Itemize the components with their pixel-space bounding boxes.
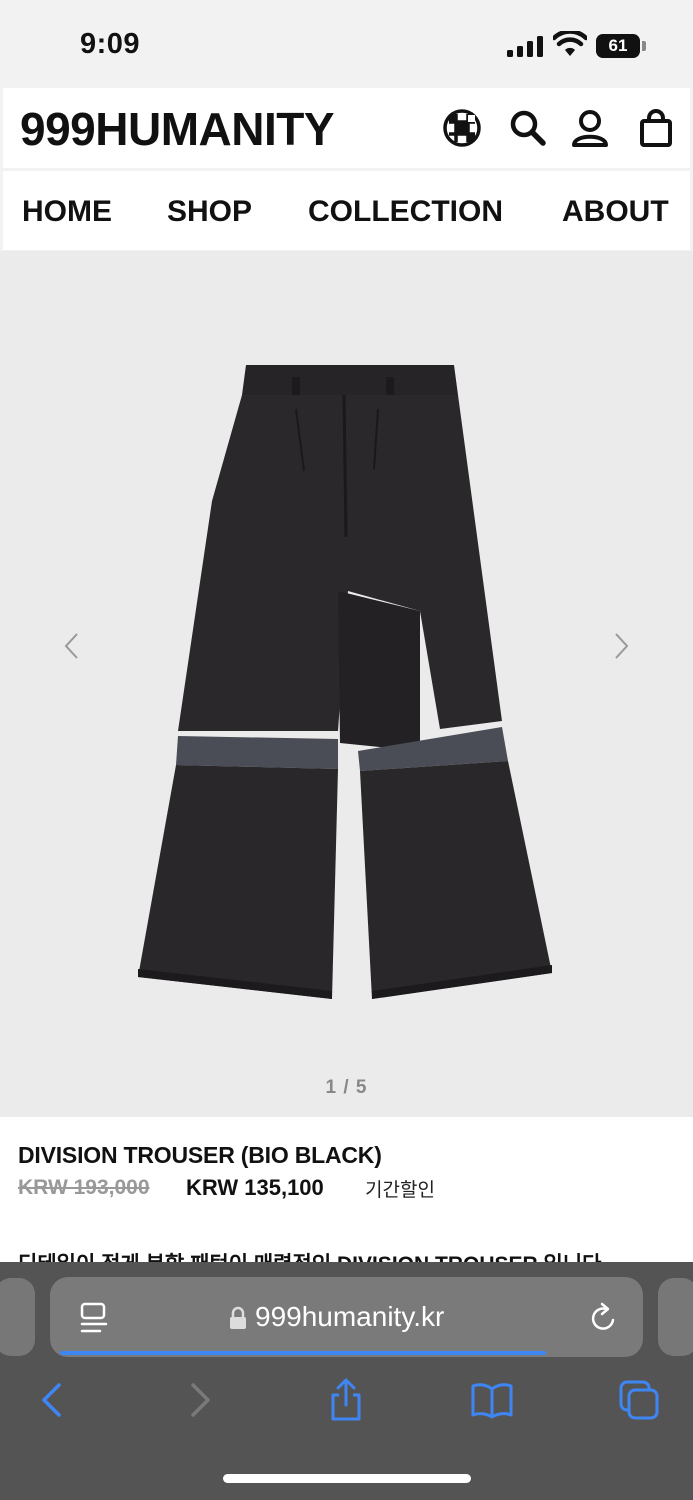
- search-icon[interactable]: [508, 108, 548, 148]
- battery-icon: 61: [596, 34, 640, 58]
- previous-tab-peek[interactable]: [0, 1278, 35, 1356]
- product-info: DIVISION TROUSER (BIO BLACK) KRW 193,000…: [0, 1117, 693, 1276]
- gallery-prev-arrow[interactable]: [57, 626, 87, 666]
- reload-icon[interactable]: [588, 1301, 620, 1335]
- nav-shop[interactable]: SHOP: [167, 196, 252, 228]
- main-nav: HOME SHOP COLLECTION ABOUT: [3, 171, 690, 250]
- url-text[interactable]: 999humanity.kr: [255, 1301, 444, 1333]
- nav-about[interactable]: ABOUT: [562, 196, 669, 228]
- forward-icon[interactable]: [178, 1377, 224, 1423]
- share-icon[interactable]: [323, 1377, 369, 1423]
- next-tab-peek[interactable]: [658, 1278, 693, 1356]
- product-image[interactable]: [120, 351, 570, 1011]
- gallery-counter: 1 / 5: [325, 1077, 368, 1098]
- lock-icon: [229, 1306, 247, 1330]
- status-time: 9:09: [80, 28, 141, 60]
- page-menu-icon[interactable]: [79, 1301, 109, 1335]
- tabs-icon[interactable]: [616, 1377, 662, 1423]
- product-title: DIVISION TROUSER (BIO BLACK): [18, 1142, 382, 1168]
- bag-icon[interactable]: [636, 108, 676, 148]
- sale-badge: 기간할인: [365, 1180, 435, 1201]
- gallery-next-arrow[interactable]: [606, 626, 636, 666]
- browser-toolbar: 999humanity.kr: [0, 1262, 693, 1500]
- page-load-progress: [60, 1351, 546, 1355]
- address-bar[interactable]: 999humanity.kr: [50, 1277, 643, 1357]
- product-gallery[interactable]: 1 / 5: [0, 251, 693, 1117]
- sale-price: KRW 135,100: [186, 1175, 324, 1200]
- back-icon[interactable]: [28, 1377, 74, 1423]
- site-logo[interactable]: 999HUMANITY: [20, 104, 335, 154]
- bookmarks-icon[interactable]: [469, 1377, 515, 1423]
- globe-icon[interactable]: [442, 108, 482, 148]
- status-bar: 9:09 61: [0, 0, 693, 88]
- nav-home[interactable]: HOME: [22, 196, 112, 228]
- battery-cap: [642, 41, 646, 51]
- original-price: KRW 193,000: [18, 1176, 150, 1199]
- signal-icon: [507, 35, 543, 57]
- home-indicator: [223, 1474, 471, 1483]
- account-icon[interactable]: [570, 108, 610, 148]
- site-header: 999HUMANITY: [3, 88, 690, 168]
- wifi-icon: [551, 29, 589, 57]
- nav-collection[interactable]: COLLECTION: [308, 196, 503, 228]
